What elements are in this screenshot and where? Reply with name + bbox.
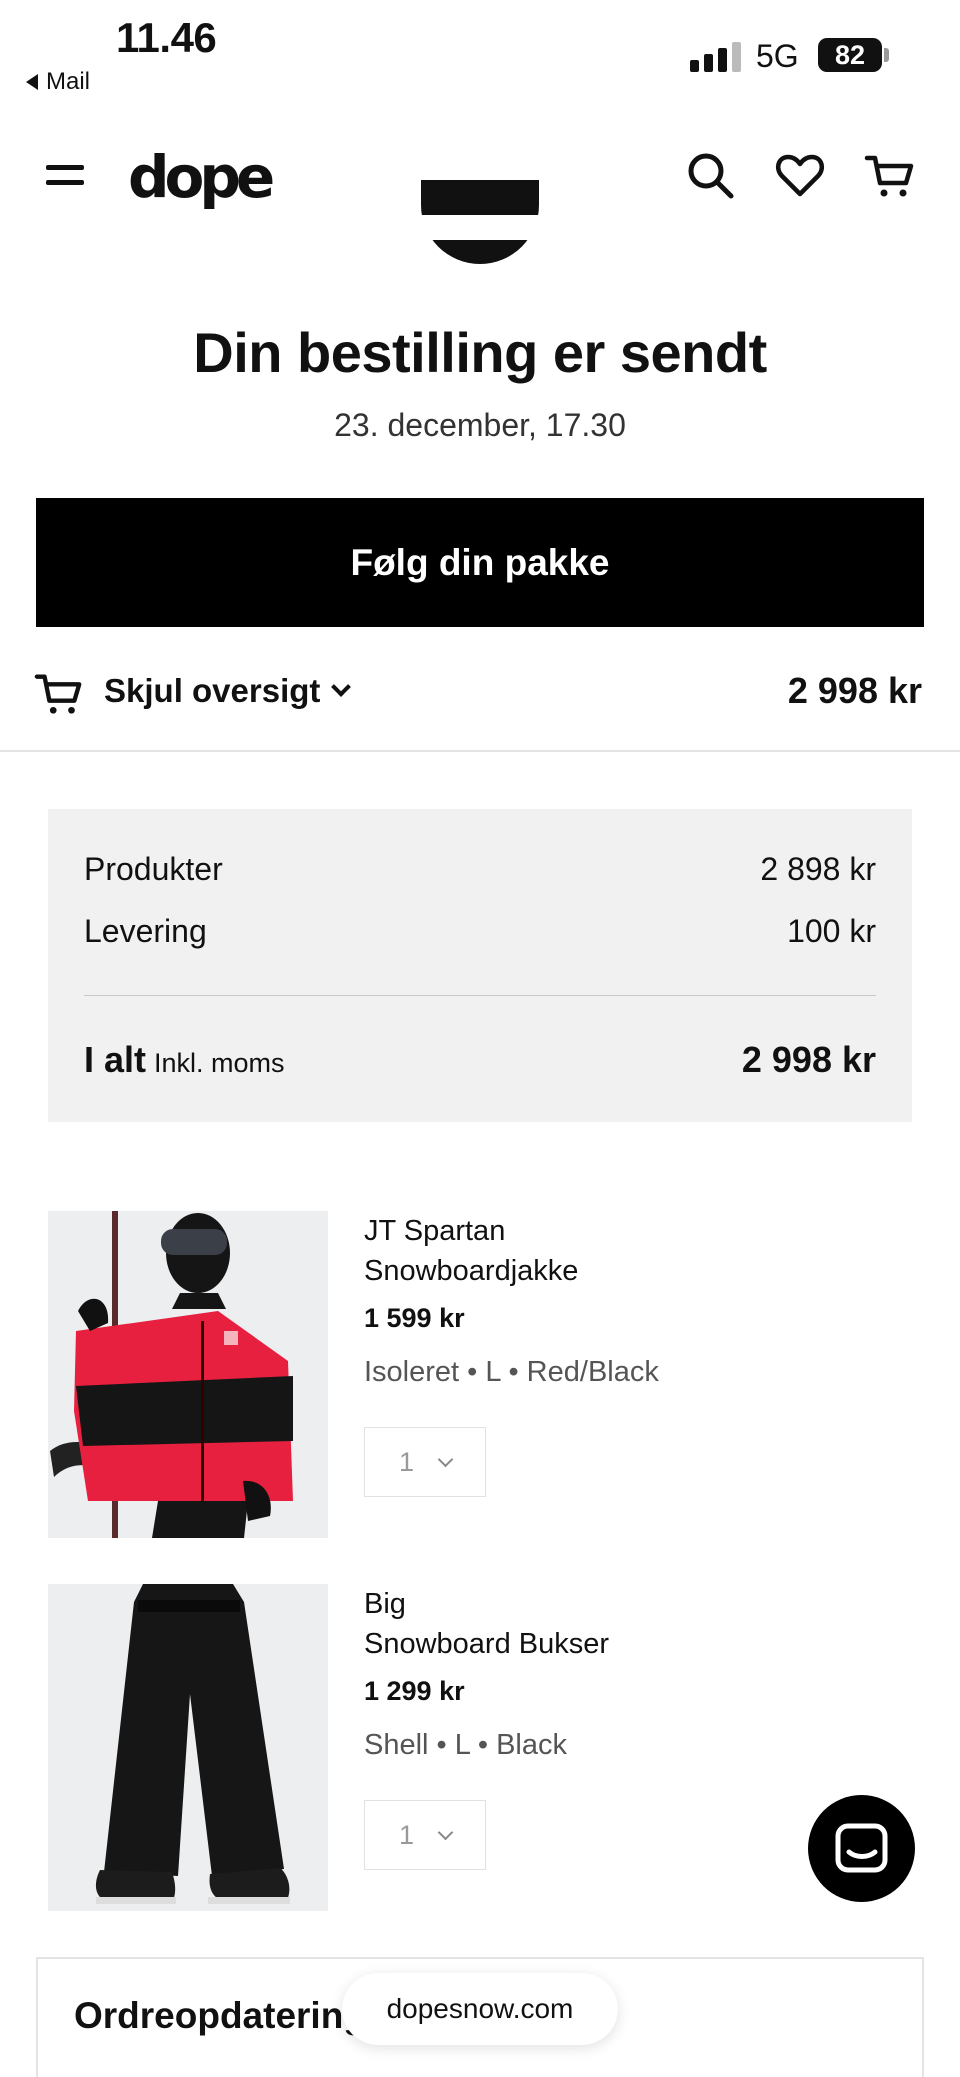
header-spacer <box>0 215 960 240</box>
cart-icon <box>34 674 82 714</box>
summary-total: 2 998 kr <box>787 670 922 711</box>
product-variant: Isoleret • L • Red/Black <box>364 1356 659 1388</box>
product-price: 1 299 kr <box>364 1676 465 1706</box>
search-icon[interactable] <box>684 149 736 201</box>
totals-divider <box>84 995 876 996</box>
product-name-line1: Big <box>364 1588 406 1620</box>
battery-tip <box>884 48 889 62</box>
products-label: Produkter <box>84 851 223 887</box>
battery-icon: 82 <box>818 38 882 72</box>
logo[interactable]: dope <box>128 143 275 211</box>
clock: 11.46 <box>116 14 217 61</box>
menu-icon[interactable] <box>46 161 84 189</box>
quantity-select[interactable]: 1 <box>364 1800 486 1870</box>
vat-note: Inkl. moms <box>154 1048 285 1078</box>
product-image-pants[interactable] <box>48 1584 328 1911</box>
heart-icon[interactable] <box>774 149 826 201</box>
delivery-label: Levering <box>84 913 207 949</box>
products-row: Produkter 2 898 kr <box>84 851 876 888</box>
totals-panel: Produkter 2 898 kr Levering 100 kr I alt… <box>48 809 912 1122</box>
quantity-select[interactable]: 1 <box>364 1427 486 1497</box>
toggle-summary-button[interactable]: Skjul oversigt <box>104 672 352 710</box>
total-label: I alt <box>84 1039 147 1080</box>
chevron-down-icon <box>331 677 352 697</box>
network-type: 5G <box>756 38 799 74</box>
product-name[interactable]: Big Snowboard Bukser <box>364 1584 884 1664</box>
status-bar: 11.46 Mail 5G 82 <box>0 0 960 105</box>
product-name-line1: JT Spartan <box>364 1215 506 1247</box>
product-name-line2: Snowboard Bukser <box>364 1628 610 1660</box>
total-value: 2 998 kr <box>741 1039 876 1080</box>
grand-total-row: I alt Inkl. moms 2 998 kr <box>84 1039 876 1081</box>
chevron-down-icon <box>437 1451 454 1467</box>
quantity-value: 1 <box>398 1819 415 1850</box>
quantity-value: 1 <box>398 1446 415 1477</box>
signal-icon <box>690 40 741 72</box>
cart-icon[interactable] <box>864 149 916 201</box>
product-info: JT Spartan Snowboardjakke 1 599 kr Isole… <box>364 1211 884 1497</box>
back-arrow-icon <box>26 74 38 90</box>
product-variant: Shell • L • Black <box>364 1729 567 1761</box>
back-app-label: Mail <box>46 68 91 95</box>
chat-icon <box>835 1823 888 1873</box>
toggle-summary-label: Skjul oversigt <box>104 672 321 709</box>
delivery-value: 100 kr <box>787 913 876 949</box>
back-to-mail[interactable]: Mail <box>26 68 90 96</box>
chat-button[interactable] <box>808 1795 915 1902</box>
product-name[interactable]: JT Spartan Snowboardjakke <box>364 1211 884 1291</box>
divider <box>0 750 960 752</box>
chevron-down-icon <box>437 1824 454 1840</box>
product-name-line2: Snowboardjakke <box>364 1255 579 1287</box>
order-summary-toggle-row[interactable]: Skjul oversigt 2 998 kr <box>0 660 960 730</box>
products-value: 2 898 kr <box>760 851 876 887</box>
page-title: Din bestilling er sendt <box>193 321 767 384</box>
browser-url-pill[interactable]: dopesnow.com <box>342 1973 618 2045</box>
product-price: 1 599 kr <box>364 1303 465 1333</box>
product-info: Big Snowboard Bukser 1 299 kr Shell • L … <box>364 1584 884 1870</box>
product-image-jacket[interactable] <box>48 1211 328 1538</box>
delivery-row: Levering 100 kr <box>84 913 876 950</box>
order-date: 23. december, 17.30 <box>334 407 626 443</box>
track-package-button[interactable]: Følg din pakke <box>36 498 924 627</box>
